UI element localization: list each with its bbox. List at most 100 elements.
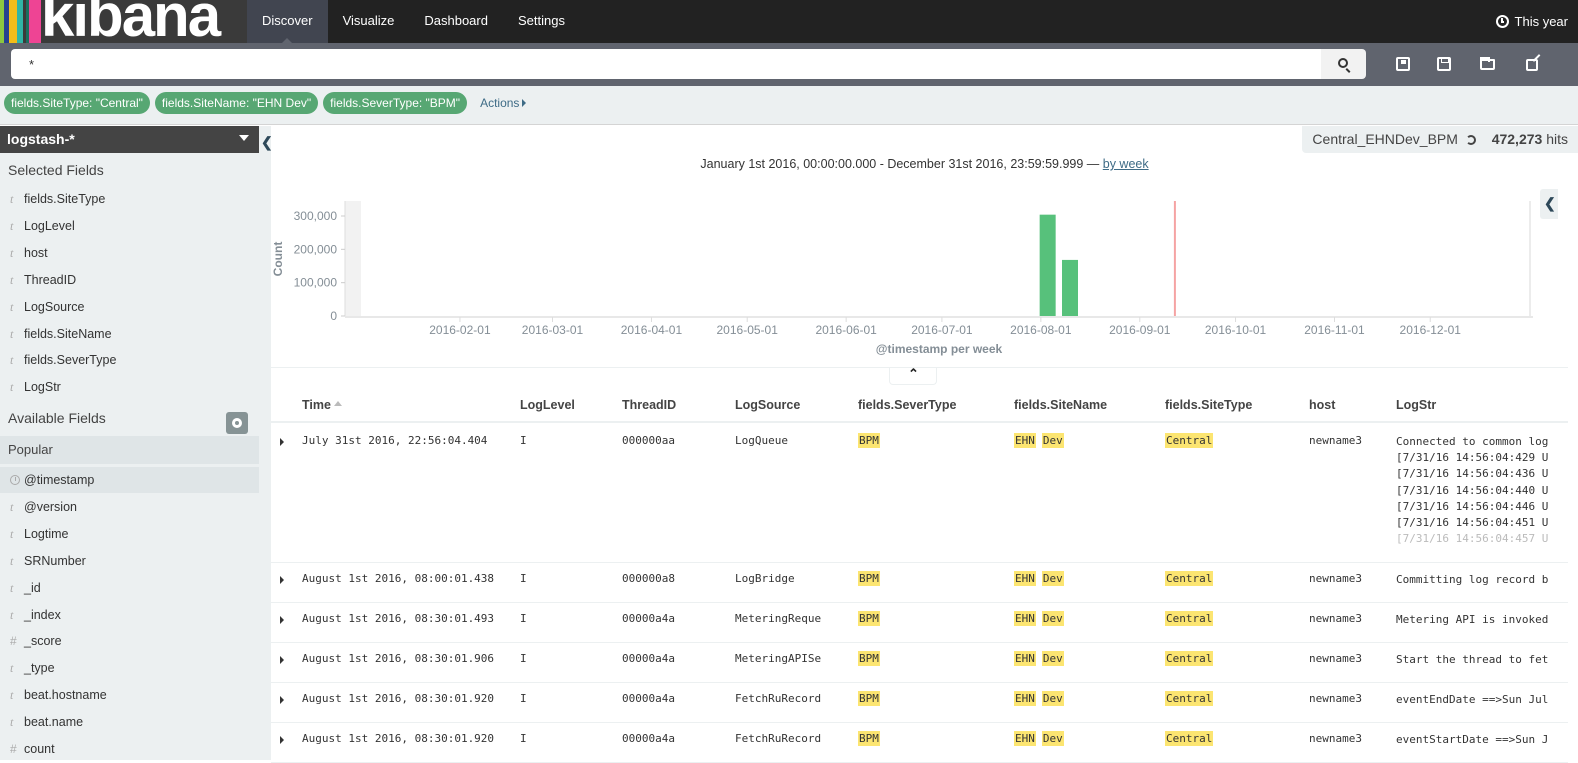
column-header-sitename[interactable]: fields.SiteName	[1014, 398, 1107, 412]
column-header-threadid[interactable]: ThreadID	[622, 398, 676, 412]
saved-search-name: Central_EHNDev_BPM	[1312, 131, 1458, 147]
string-field-icon: t	[10, 347, 13, 373]
tab-dashboard[interactable]: Dashboard	[409, 0, 503, 43]
kibana-logo[interactable]: kibana	[0, 0, 247, 43]
app-nav: Discover Visualize Dashboard Settings	[247, 0, 580, 43]
cell-time: August 1st 2016, 08:30:01.920	[302, 732, 494, 745]
cell-severtype: BPM	[858, 434, 880, 447]
x-tick-label: 2016-07-01	[911, 323, 973, 337]
caret-right-icon	[522, 99, 526, 107]
cell-severtype: BPM	[858, 612, 880, 625]
x-tick-label: 2016-02-01	[429, 323, 491, 337]
sidebar-field-item[interactable]: t_index	[0, 602, 259, 628]
sidebar-field-item[interactable]: tfields.SiteType	[0, 186, 259, 212]
sidebar-field-item[interactable]: tfields.SiteName	[0, 321, 259, 347]
highlighted-term: BPM	[858, 651, 880, 666]
highlighted-term: EHN	[1014, 433, 1036, 448]
open-search-icon[interactable]	[1480, 59, 1495, 70]
sidebar-field-item[interactable]: t_id	[0, 575, 259, 601]
cell-logsource: FetchRuRecord	[735, 692, 821, 705]
highlighted-term: EHN	[1014, 571, 1036, 586]
filter-actions-button[interactable]: Actions	[480, 96, 526, 110]
table-row: August 1st 2016, 08:30:01.906I00000a4aMe…	[271, 643, 1568, 683]
interval-link[interactable]: by week	[1103, 157, 1149, 171]
index-pattern-select[interactable]: logstash-*	[0, 126, 259, 153]
table-row: August 1st 2016, 08:00:01.438I000000a8Lo…	[271, 563, 1568, 603]
sidebar-field-item[interactable]: tbeat.name	[0, 709, 259, 735]
time-range-label: January 1st 2016, 00:00:00.000 - Decembe…	[271, 157, 1578, 171]
sidebar-field-item[interactable]: @timestamp	[0, 467, 259, 493]
cell-severtype: BPM	[858, 652, 880, 665]
search-button[interactable]	[1321, 49, 1366, 79]
filter-pill-sitename[interactable]: fields.SiteName: "EHN Dev"	[155, 92, 318, 114]
filter-pill-severtype[interactable]: fields.SeverType: "BPM"	[323, 92, 467, 114]
tab-discover[interactable]: Discover	[247, 0, 328, 43]
hits-count: 472,273	[1492, 131, 1543, 147]
sidebar-field-item[interactable]: tLogSource	[0, 294, 259, 320]
sidebar-field-item[interactable]: tSRNumber	[0, 548, 259, 574]
timepicker-label: This year	[1515, 1, 1568, 43]
string-field-icon: t	[10, 374, 13, 400]
collapse-chart-legend-button[interactable]: ❮	[1540, 189, 1558, 219]
column-header-logstr[interactable]: LogStr	[1396, 398, 1436, 412]
sidebar-field-item[interactable]: #count	[0, 736, 259, 762]
x-tick-label: 2016-05-01	[717, 323, 779, 337]
sidebar-field-item[interactable]: tThreadID	[0, 267, 259, 293]
column-header-host[interactable]: host	[1309, 398, 1335, 412]
sidebar-field-item[interactable]: tLogLevel	[0, 213, 259, 239]
field-name: LogStr	[24, 374, 61, 400]
timepicker-button[interactable]: This year	[1496, 0, 1568, 43]
column-header-sitetype[interactable]: fields.SiteType	[1165, 398, 1252, 412]
filter-pill-sitetype[interactable]: fields.SiteType: "Central"	[4, 92, 150, 114]
search-input[interactable]	[11, 49, 1321, 79]
expand-row-icon[interactable]	[280, 656, 284, 664]
x-axis-title: @timestamp per week	[876, 342, 1003, 356]
column-header-logsource[interactable]: LogSource	[735, 398, 800, 412]
cell-logsource: FetchRuRecord	[735, 732, 821, 745]
sidebar-field-item[interactable]: tLogtime	[0, 521, 259, 547]
string-field-icon: t	[10, 321, 13, 347]
expand-row-icon[interactable]	[280, 438, 284, 446]
sidebar-field-item[interactable]: t@version	[0, 494, 259, 520]
sort-ascending-icon[interactable]	[334, 401, 342, 406]
share-icon[interactable]	[1526, 59, 1538, 71]
cell-logstr: Start the thread to fet	[1396, 652, 1568, 668]
cell-sitename: EHNDev	[1014, 434, 1064, 447]
expand-row-icon[interactable]	[280, 696, 284, 704]
sidebar-field-item[interactable]: tbeat.hostname	[0, 682, 259, 708]
table-header: Time LogLevel ThreadID LogSource fields.…	[271, 388, 1568, 423]
logstr-line: [7/31/16 14:56:04:446 U	[1396, 499, 1568, 515]
actions-label: Actions	[480, 96, 519, 110]
cell-time: August 1st 2016, 08:00:01.438	[302, 572, 494, 585]
sidebar-field-item[interactable]: t_type	[0, 655, 259, 681]
highlighted-term: Dev	[1042, 571, 1064, 586]
field-name: fields.SeverType	[24, 347, 116, 373]
toggle-chart-button[interactable]: ⌃	[889, 368, 937, 385]
sidebar-field-item[interactable]: thost	[0, 240, 259, 266]
sidebar-field-item[interactable]: #_score	[0, 628, 259, 654]
sidebar-field-item[interactable]: t fields.SeverType	[0, 347, 259, 373]
expand-row-icon[interactable]	[280, 576, 284, 584]
highlighted-term: BPM	[858, 611, 880, 626]
tab-settings[interactable]: Settings	[503, 0, 580, 43]
new-search-icon[interactable]	[1396, 57, 1410, 71]
hits-label: hits	[1546, 131, 1568, 147]
tab-visualize[interactable]: Visualize	[328, 0, 410, 43]
highlighted-term: Central	[1165, 651, 1213, 666]
expand-row-icon[interactable]	[280, 736, 284, 744]
cell-loglevel: I	[520, 572, 527, 585]
field-settings-button[interactable]	[226, 412, 248, 434]
sidebar-field-item[interactable]: t LogStr	[0, 374, 259, 400]
column-header-time[interactable]: Time	[302, 398, 342, 412]
save-search-icon[interactable]	[1437, 57, 1451, 71]
cell-logsource: LogBridge	[735, 572, 795, 585]
reload-icon[interactable]	[1466, 135, 1476, 145]
cell-loglevel: I	[520, 434, 527, 447]
column-header-loglevel[interactable]: LogLevel	[520, 398, 575, 412]
cell-logsource: MeteringAPISe	[735, 652, 821, 665]
expand-row-icon[interactable]	[280, 616, 284, 624]
x-tick-label: 2016-09-01	[1109, 323, 1171, 337]
column-header-severtype[interactable]: fields.SeverType	[858, 398, 956, 412]
field-sidebar: logstash-* Selected Fields tfields.SiteT…	[0, 126, 259, 760]
cell-sitetype: Central	[1165, 652, 1213, 665]
